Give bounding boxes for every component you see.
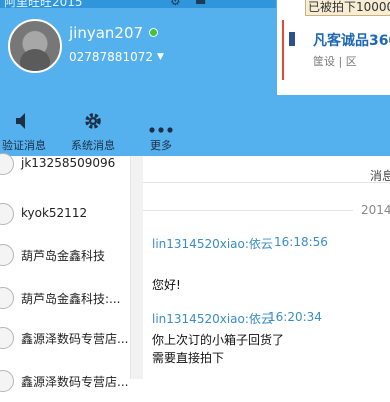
ad-banner[interactable]: 已被拍下10000 <box>305 0 390 16</box>
avatar[interactable] <box>8 19 62 73</box>
list-scrollbar[interactable] <box>130 156 144 379</box>
contact-avatar <box>0 287 14 309</box>
gear-icon[interactable] <box>84 112 102 134</box>
contact-name: jk13258509096 <box>21 156 116 170</box>
contact-avatar <box>0 327 14 349</box>
list-item[interactable]: 鑫源泽数码专营店... <box>0 362 130 402</box>
header-divider <box>143 182 390 183</box>
username: jinyan207 <box>69 24 144 42</box>
contact-avatar <box>0 370 14 392</box>
minimize-icon[interactable]: ▬ <box>195 0 206 8</box>
list-item[interactable]: 葫芦岛金鑫科技:... <box>0 279 130 319</box>
message-time: 16:20:34 <box>268 310 322 324</box>
message-text: 您好! <box>152 278 181 292</box>
signature-phone[interactable]: 02787881072 <box>69 50 153 64</box>
date-divider <box>143 210 353 211</box>
contact-name: kyok52112 <box>21 206 88 220</box>
message-text: 你上次订的小箱子回货了 <box>152 333 285 347</box>
contact-name: 鑫源泽数码专营店... <box>21 375 129 389</box>
list-item[interactable]: jk13258509096 <box>0 145 130 185</box>
message-text: 需要直接拍下 <box>152 351 225 365</box>
more-dots-icon[interactable] <box>149 118 173 137</box>
toolbar-more[interactable]: 更多 <box>150 137 172 153</box>
chevron-down-icon[interactable]: ▼ <box>157 52 164 62</box>
store-subtitle: 筐设 | 区 <box>313 55 357 68</box>
store-icon <box>289 32 295 46</box>
message-time: 16:18:56 <box>274 235 328 249</box>
app-title: 阿里旺旺2015 <box>4 0 83 9</box>
contact-name: 葫芦岛金鑫科技:... <box>21 292 121 306</box>
settings-icon[interactable]: ⚙ <box>170 0 181 8</box>
contact-name: 鑫源泽数码专营店... <box>21 332 129 346</box>
contact-avatar <box>0 203 14 225</box>
date-label: 2014 <box>361 203 390 217</box>
list-item[interactable]: 鑫源泽数码专营店... <box>0 319 130 359</box>
contact-avatar <box>0 244 14 266</box>
list-item[interactable]: 葫芦岛金鑫科技 <box>0 236 130 276</box>
list-item[interactable]: kyok52112 <box>0 195 130 235</box>
contact-list: jk13258509096 kyok52112 葫芦岛金鑫科技 葫芦岛金鑫科技:… <box>0 153 130 392</box>
ad-accent-bar <box>282 20 284 80</box>
message-sender[interactable]: lin1314520xiao:依云 <box>152 235 273 252</box>
contact-name: 葫芦岛金鑫科技 <box>21 249 106 263</box>
contact-avatar <box>0 153 14 175</box>
online-status-icon[interactable] <box>149 28 158 37</box>
store-name[interactable]: 凡客诚品360 <box>313 30 390 50</box>
speaker-icon[interactable] <box>14 112 30 134</box>
message-sender[interactable]: lin1314520xiao:依云 <box>152 310 273 327</box>
